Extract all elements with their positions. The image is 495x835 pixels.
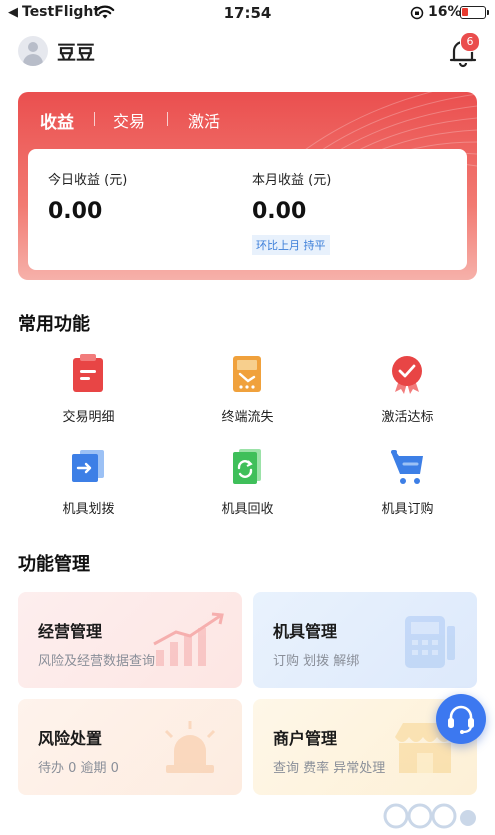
terminal-loss-icon <box>233 356 261 392</box>
card-risk-handling[interactable]: 风险处置 待办 0 逾期 0 <box>18 699 242 795</box>
battery-icon <box>460 6 489 19</box>
cart-icon <box>391 450 423 484</box>
medal-icon <box>392 356 422 394</box>
recycle-icon <box>233 449 261 484</box>
func-label: 激活达标 <box>381 410 434 425</box>
card-subtitle: 订购 划拨 解绑 <box>273 654 360 669</box>
card-subtitle: 待办 0 逾期 0 <box>38 761 119 776</box>
func-device-order[interactable]: 机具订购 <box>325 446 490 526</box>
customer-service-button[interactable] <box>436 694 486 744</box>
card-title: 经营管理 <box>38 622 103 641</box>
card-business-management[interactable]: 经营管理 风险及经营数据查询 <box>18 592 242 688</box>
func-label: 机具划拨 <box>62 502 115 517</box>
tab-transactions[interactable]: 交易 <box>113 108 145 132</box>
management-title: 功能管理 <box>18 554 90 575</box>
earnings-card: 收益 交易 激活 今日收益 (元) 0.00 本月收益 (元) 0.00 环比上… <box>18 92 477 280</box>
tab-divider <box>167 112 168 126</box>
status-bar: ◀ TestFlight 17:54 16% <box>0 0 495 26</box>
trend-chart-icon <box>153 612 224 666</box>
card-title: 风险处置 <box>38 729 103 748</box>
month-compare-badge: 环比上月 持平 <box>252 235 330 255</box>
func-label: 机具订购 <box>381 502 434 517</box>
watermark-logo <box>383 803 476 829</box>
username[interactable]: 豆豆 <box>57 38 95 65</box>
card-device-management[interactable]: 机具管理 订购 划拨 解绑 <box>253 592 477 688</box>
avatar[interactable] <box>18 36 48 66</box>
func-label: 交易明细 <box>62 410 115 425</box>
common-functions-title: 常用功能 <box>18 314 90 335</box>
pos-terminal-icon <box>405 616 455 668</box>
header: 豆豆 6 <box>0 30 495 74</box>
battery-percent: 16% <box>428 4 462 20</box>
tab-divider <box>94 112 95 126</box>
card-subtitle: 风险及经营数据查询 <box>38 654 156 669</box>
func-label: 终端流失 <box>221 410 274 425</box>
func-terminal-loss[interactable]: 终端流失 <box>165 354 330 434</box>
func-device-transfer[interactable]: 机具划拨 <box>6 446 171 526</box>
card-title: 商户管理 <box>273 729 338 748</box>
func-label: 机具回收 <box>221 502 274 517</box>
func-activation-target[interactable]: 激活达标 <box>325 354 490 434</box>
month-earnings-value: 0.00 <box>252 199 307 224</box>
headset-icon <box>448 705 474 734</box>
card-title: 机具管理 <box>273 622 338 641</box>
func-device-recycle[interactable]: 机具回收 <box>165 446 330 526</box>
month-earnings-label: 本月收益 (元) <box>252 173 332 188</box>
transfer-icon <box>72 450 104 482</box>
func-transaction-details[interactable]: 交易明细 <box>6 354 171 434</box>
orientation-lock-icon <box>410 6 424 20</box>
alarm-light-icon <box>164 721 216 773</box>
today-earnings-label: 今日收益 (元) <box>48 173 128 188</box>
tab-earnings[interactable]: 收益 <box>40 108 74 133</box>
clipboard-icon <box>73 354 103 392</box>
earnings-panel: 今日收益 (元) 0.00 本月收益 (元) 0.00 环比上月 持平 <box>28 149 467 270</box>
today-earnings-value: 0.00 <box>48 199 103 224</box>
notification-badge: 6 <box>460 32 480 52</box>
tab-activation[interactable]: 激活 <box>188 108 220 132</box>
card-subtitle: 查询 费率 异常处理 <box>273 761 386 776</box>
